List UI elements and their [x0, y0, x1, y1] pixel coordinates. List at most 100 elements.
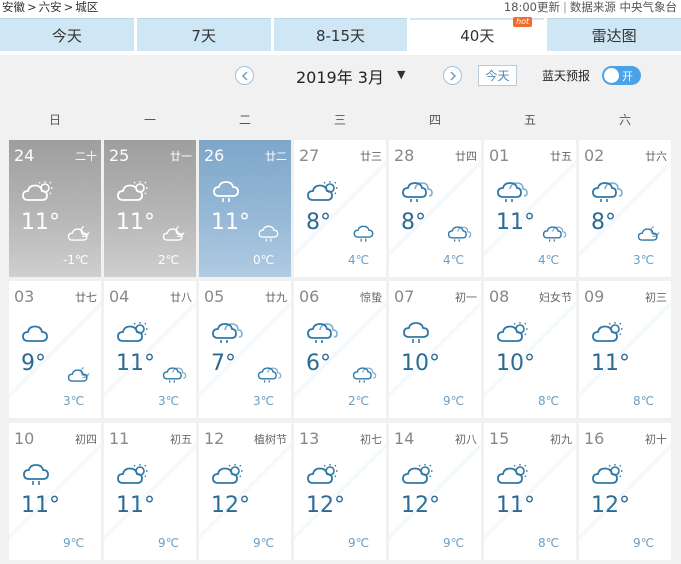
chevron-down-icon[interactable]: ▼: [397, 68, 405, 81]
tab-8-15-days[interactable]: 8-15天: [273, 18, 408, 51]
day-cell[interactable]: 24 二十 11° -1℃: [9, 140, 101, 277]
chevron-left-icon[interactable]: [235, 66, 254, 85]
day-cell[interactable]: 01 廿五 11° 4℃: [484, 140, 576, 277]
blue-sky-toggle[interactable]: 开: [602, 66, 641, 85]
day-cell[interactable]: 02 廿六 8° 3℃: [579, 140, 671, 277]
calendar-grid: 24 二十 11° -1℃ 25 廿一 11° 2℃ 26 廿二 11° 0℃ 27 廿三 8° 4℃ 28 廿四…: [0, 139, 681, 564]
day-number: 04: [109, 287, 130, 306]
day-cell[interactable]: 06 惊蛰 6° 2℃: [294, 281, 386, 418]
day-number: 08: [489, 287, 510, 306]
sun-cloud-icon: [401, 463, 435, 487]
weekday-fri: 五: [523, 113, 536, 127]
tab-label: 40天: [460, 27, 495, 45]
lunar-date: 初九: [550, 433, 572, 446]
sun-cloud-icon: [591, 463, 625, 487]
high-temp: 11°: [211, 210, 250, 235]
lunar-date: 廿三: [360, 150, 382, 163]
weekday-tue: 二: [238, 113, 251, 127]
weekday-header: 日 一 二 三 四 五 六: [0, 95, 681, 139]
day-cell[interactable]: 13 初七 12° 9℃: [294, 423, 386, 560]
tab-label: 今天: [51, 26, 82, 45]
day-cell[interactable]: 09 初三 11° 8℃: [579, 281, 671, 418]
day-cell[interactable]: 08 妇女节 10° 8℃: [484, 281, 576, 418]
low-temp: 4℃: [348, 253, 370, 267]
day-cell[interactable]: 26 廿二 11° 0℃: [199, 140, 291, 277]
day-number: 14: [394, 429, 415, 448]
today-button[interactable]: 今天: [478, 65, 517, 86]
high-temp: 7°: [211, 351, 236, 376]
lunar-date: 妇女节: [539, 291, 572, 304]
tab-40-days[interactable]: 40天 hot: [410, 17, 545, 51]
lunar-date: 廿九: [265, 291, 287, 304]
breadcrumb-province[interactable]: 安徽: [2, 0, 25, 14]
low-temp: 9℃: [158, 536, 180, 550]
chevron-right-icon[interactable]: [443, 66, 462, 85]
breadcrumb-district[interactable]: 城区: [75, 0, 98, 14]
high-temp: 11°: [116, 493, 155, 518]
low-temp: 8℃: [538, 394, 560, 408]
day-number: 03: [14, 287, 35, 306]
cloud-moon-icon: [67, 224, 93, 244]
weekday-sat: 六: [618, 113, 631, 127]
day-cell[interactable]: 16 初十 12° 9℃: [579, 423, 671, 560]
day-cell[interactable]: 05 廿九 7° 3℃: [199, 281, 291, 418]
cloud-rain-icon: [211, 180, 245, 204]
lunar-date: 廿四: [455, 150, 477, 163]
low-temp: 8℃: [633, 394, 655, 408]
day-number: 10: [14, 429, 35, 448]
sun-cloud-icon: [496, 463, 530, 487]
sun-cloud-icon: [591, 321, 625, 345]
tab-radar[interactable]: 雷达图: [547, 18, 681, 51]
day-number: 28: [394, 146, 415, 165]
day-number: 11: [109, 429, 130, 448]
tab-7-days[interactable]: 7天: [136, 18, 271, 51]
day-number: 16: [584, 429, 605, 448]
high-temp: 11°: [21, 493, 60, 518]
cloud-rain-icon: [257, 224, 283, 244]
low-temp: 9℃: [253, 536, 275, 550]
breadcrumb: 安徽 > 六安 > 城区: [2, 0, 100, 15]
hot-badge: hot: [513, 17, 533, 27]
day-number: 07: [394, 287, 415, 306]
day-number: 06: [299, 287, 320, 306]
lunar-date: 初一: [455, 291, 477, 304]
high-temp: 10°: [401, 351, 440, 376]
clouds-rain-icon: [211, 321, 245, 345]
low-temp: 4℃: [443, 253, 465, 267]
forecast-tabs: 今天 7天 8-15天 40天 hot 雷达图: [0, 17, 681, 51]
day-cell[interactable]: 10 初四 11° 9℃: [9, 423, 101, 560]
lunar-date: 初八: [455, 433, 477, 446]
clouds-rain-icon: [162, 365, 188, 385]
month-selector[interactable]: 2019年 3月: [296, 64, 384, 88]
weekday-mon: 一: [143, 113, 156, 127]
day-cell[interactable]: 25 廿一 11° 2℃: [104, 140, 196, 277]
clouds-rain-icon: [306, 321, 340, 345]
clouds-rain-icon: [542, 224, 568, 244]
day-number: 15: [489, 429, 510, 448]
day-cell[interactable]: 11 初五 11° 9℃: [104, 423, 196, 560]
high-temp: 9°: [21, 351, 46, 376]
lunar-date: 二十: [75, 150, 97, 163]
low-temp: 2℃: [158, 253, 180, 267]
day-cell[interactable]: 04 廿八 11° 3℃: [104, 281, 196, 418]
high-temp: 11°: [21, 210, 60, 235]
day-cell[interactable]: 28 廿四 8° 4℃: [389, 140, 481, 277]
weekday-thu: 四: [428, 113, 441, 127]
toggle-label: 开: [622, 70, 633, 83]
lunar-date: 廿五: [550, 150, 572, 163]
day-number: 24: [14, 146, 35, 165]
lunar-date: 植树节: [254, 433, 287, 446]
day-cell[interactable]: 12 植树节 12° 9℃: [199, 423, 291, 560]
day-cell[interactable]: 27 廿三 8° 4℃: [294, 140, 386, 277]
tab-today[interactable]: 今天: [0, 18, 134, 51]
cloud-icon: [21, 321, 55, 345]
day-cell[interactable]: 14 初八 12° 9℃: [389, 423, 481, 560]
sun-cloud-icon: [211, 463, 245, 487]
day-cell[interactable]: 07 初一 10° 9℃: [389, 281, 481, 418]
high-temp: 11°: [591, 351, 630, 376]
low-temp: 9℃: [348, 536, 370, 550]
day-cell[interactable]: 03 廿七 9° 3℃: [9, 281, 101, 418]
breadcrumb-city[interactable]: 六安: [39, 0, 62, 14]
breadcrumb-sep: >: [63, 0, 74, 14]
day-cell[interactable]: 15 初九 11° 8℃: [484, 423, 576, 560]
